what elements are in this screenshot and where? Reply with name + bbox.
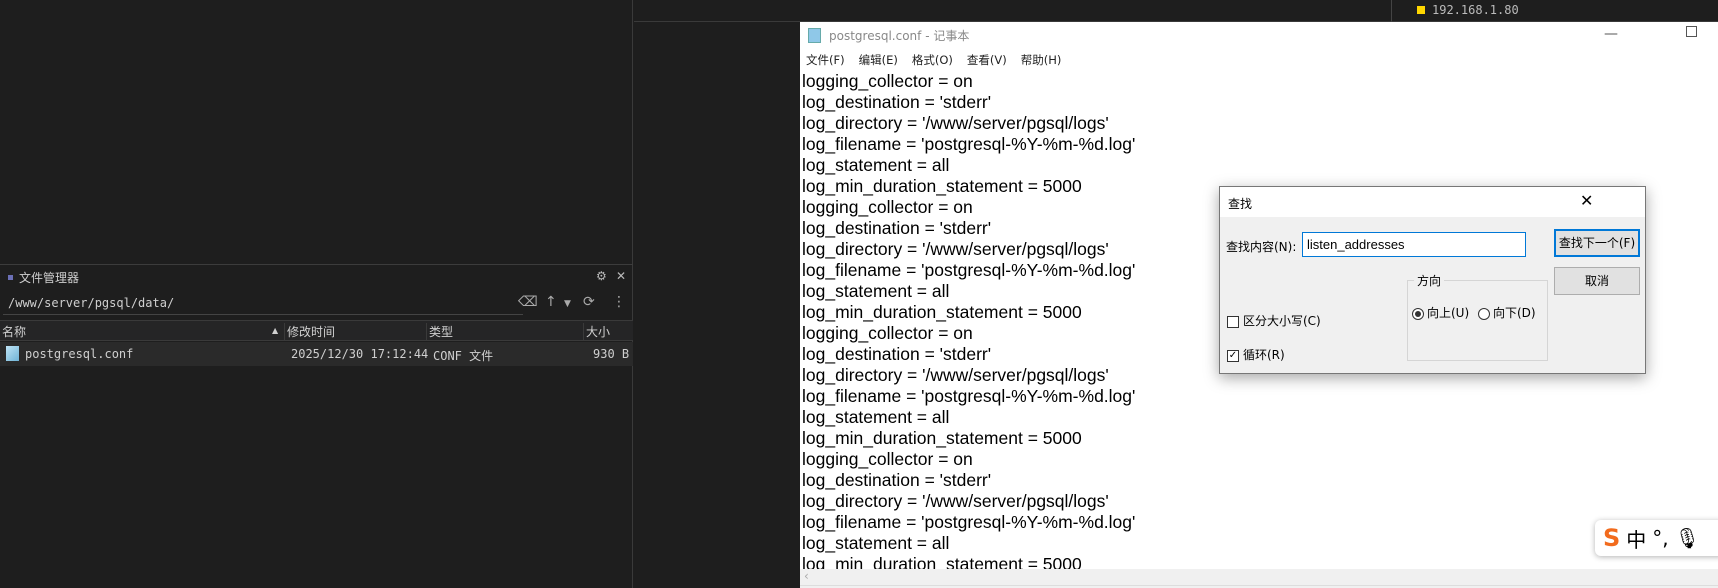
menu-edit[interactable]: 编辑(E) (859, 52, 898, 68)
radio-down-label: 向下(D) (1493, 306, 1536, 320)
file-icon (6, 346, 19, 361)
find-next-button[interactable]: 查找下一个(F) (1554, 229, 1640, 257)
text-line: log_min_duration_statement = 5000 (802, 302, 1082, 322)
ime-punctuation[interactable]: °, (1652, 526, 1668, 550)
text-line: logging_collector = on (802, 71, 973, 91)
ime-mode[interactable]: 中 (1626, 524, 1646, 553)
menu-file[interactable]: 文件(F) (806, 52, 845, 68)
find-input[interactable] (1302, 232, 1526, 257)
panel-icon (8, 275, 13, 280)
text-line: log_directory = '/www/server/pgsql/logs' (802, 365, 1109, 385)
text-line: log_filename = 'postgresql-%Y-%m-%d.log' (802, 512, 1136, 532)
checkmark-icon[interactable]: ✓ (1227, 349, 1239, 362)
file-manager-title: 文件管理器 (8, 269, 79, 286)
text-line: logging_collector = on (802, 197, 973, 217)
text-line: log_min_duration_statement = 5000 (802, 176, 1082, 196)
menu-bar: 文件(F) 编辑(E) 格式(O) 查看(V) 帮助(H) (800, 49, 1061, 70)
text-line: log_directory = '/www/server/pgsql/logs' (802, 113, 1109, 133)
text-line: log_filename = 'postgresql-%Y-%m-%d.log' (802, 134, 1136, 154)
text-line: logging_collector = on (802, 323, 973, 343)
divider (0, 264, 633, 265)
server-ip: 192.168.1.80 (1432, 3, 1519, 17)
radio-up-indicator[interactable] (1412, 307, 1424, 320)
close-icon[interactable]: ✕ (616, 269, 626, 283)
text-line: log_directory = '/www/server/pgsql/logs' (802, 239, 1109, 259)
close-icon[interactable]: ✕ (1580, 191, 1593, 210)
text-line: log_destination = 'stderr' (802, 470, 992, 490)
cancel-button[interactable]: 取消 (1554, 267, 1640, 295)
checkbox-box[interactable] (1227, 315, 1239, 328)
find-dialog: 查找 ✕ 查找内容(N): 查找下一个(F) 取消 方向 向上(U) 向下(D)… (1219, 186, 1646, 374)
text-line: log_statement = all (802, 155, 950, 175)
find-label: 查找内容(N): (1226, 240, 1297, 254)
scroll-left-icon[interactable]: ‹ (804, 569, 809, 583)
wrap-label: 循环(R) (1243, 348, 1285, 362)
file-name: postgresql.conf (25, 347, 134, 361)
text-line: log_min_duration_statement = 5000 (802, 554, 1082, 569)
file-manager-title-text: 文件管理器 (19, 271, 80, 285)
file-modified: 2025/12/30 17:12:44 (291, 347, 429, 361)
ime-toolbar[interactable]: S 中 °, 🎙 (1595, 520, 1718, 556)
match-case-checkbox[interactable]: 区分大小写(C) (1227, 312, 1321, 329)
more-icon[interactable]: ⋮ (612, 294, 626, 310)
sogou-logo-icon[interactable]: S (1603, 524, 1620, 552)
text-editor[interactable]: logging_collector = on log_destination = … (802, 71, 1135, 569)
column-name[interactable]: 名称 (0, 323, 285, 341)
path-input[interactable]: /www/server/pgsql/data/ (3, 293, 523, 315)
window-title: postgresql.conf - 记事本 (829, 29, 970, 43)
match-case-label: 区分大小写(C) (1243, 314, 1321, 328)
clear-icon[interactable]: ⌫ (518, 294, 538, 310)
refresh-icon[interactable]: ⟳ (583, 294, 595, 310)
microphone-icon[interactable]: 🎙 (1675, 526, 1700, 550)
up-arrow-icon[interactable]: ↑ (545, 294, 557, 310)
minimize-icon[interactable]: — (1604, 26, 1618, 42)
menu-format[interactable]: 格式(O) (912, 52, 953, 68)
radio-down-indicator[interactable] (1478, 307, 1490, 320)
horizontal-scrollbar[interactable]: ‹ (800, 569, 1718, 585)
radio-down[interactable]: 向下(D) (1478, 304, 1536, 321)
wrap-checkbox[interactable]: ✓ 循环(R) (1227, 346, 1285, 363)
status-square-icon (1417, 6, 1425, 14)
file-table-header: 名称 ▲ 修改时间 类型 大小 (0, 320, 633, 341)
column-modified[interactable]: 修改时间 (285, 323, 427, 341)
menu-view[interactable]: 查看(V) (967, 52, 1007, 68)
maximize-icon[interactable] (1686, 26, 1697, 37)
text-line: log_statement = all (802, 533, 950, 553)
text-line: log_destination = 'stderr' (802, 92, 992, 112)
radio-up[interactable]: 向上(U) (1412, 304, 1469, 321)
text-line: log_destination = 'stderr' (802, 218, 992, 238)
direction-label: 方向 (1414, 272, 1445, 289)
table-row[interactable]: postgresql.conf 2025/12/30 17:12:44 CONF… (0, 342, 633, 366)
text-line: log_statement = all (802, 281, 950, 301)
text-line: log_directory = '/www/server/pgsql/logs' (802, 491, 1109, 511)
menu-help[interactable]: 帮助(H) (1021, 52, 1062, 68)
text-line: log_filename = 'postgresql-%Y-%m-%d.log' (802, 386, 1136, 406)
text-line: logging_collector = on (802, 449, 973, 469)
text-line: log_min_duration_statement = 5000 (802, 428, 1082, 448)
notepad-icon (808, 28, 821, 43)
text-line: log_destination = 'stderr' (802, 344, 992, 364)
top-bar: 192.168.1.80 (634, 0, 1718, 22)
column-type[interactable]: 类型 (427, 323, 584, 341)
column-size[interactable]: 大小 (584, 323, 633, 341)
dropdown-icon[interactable]: ▼ (564, 299, 571, 309)
text-line: log_filename = 'postgresql-%Y-%m-%d.log' (802, 260, 1136, 280)
notepad-titlebar: postgresql.conf - 记事本 (800, 22, 1718, 49)
radio-up-label: 向上(U) (1427, 306, 1470, 320)
settings-icon[interactable]: ⚙ (596, 269, 607, 283)
divider (1391, 0, 1392, 22)
text-line: log_statement = all (802, 407, 950, 427)
file-type: CONF 文件 (433, 349, 494, 363)
file-size: 930 B (593, 347, 630, 361)
